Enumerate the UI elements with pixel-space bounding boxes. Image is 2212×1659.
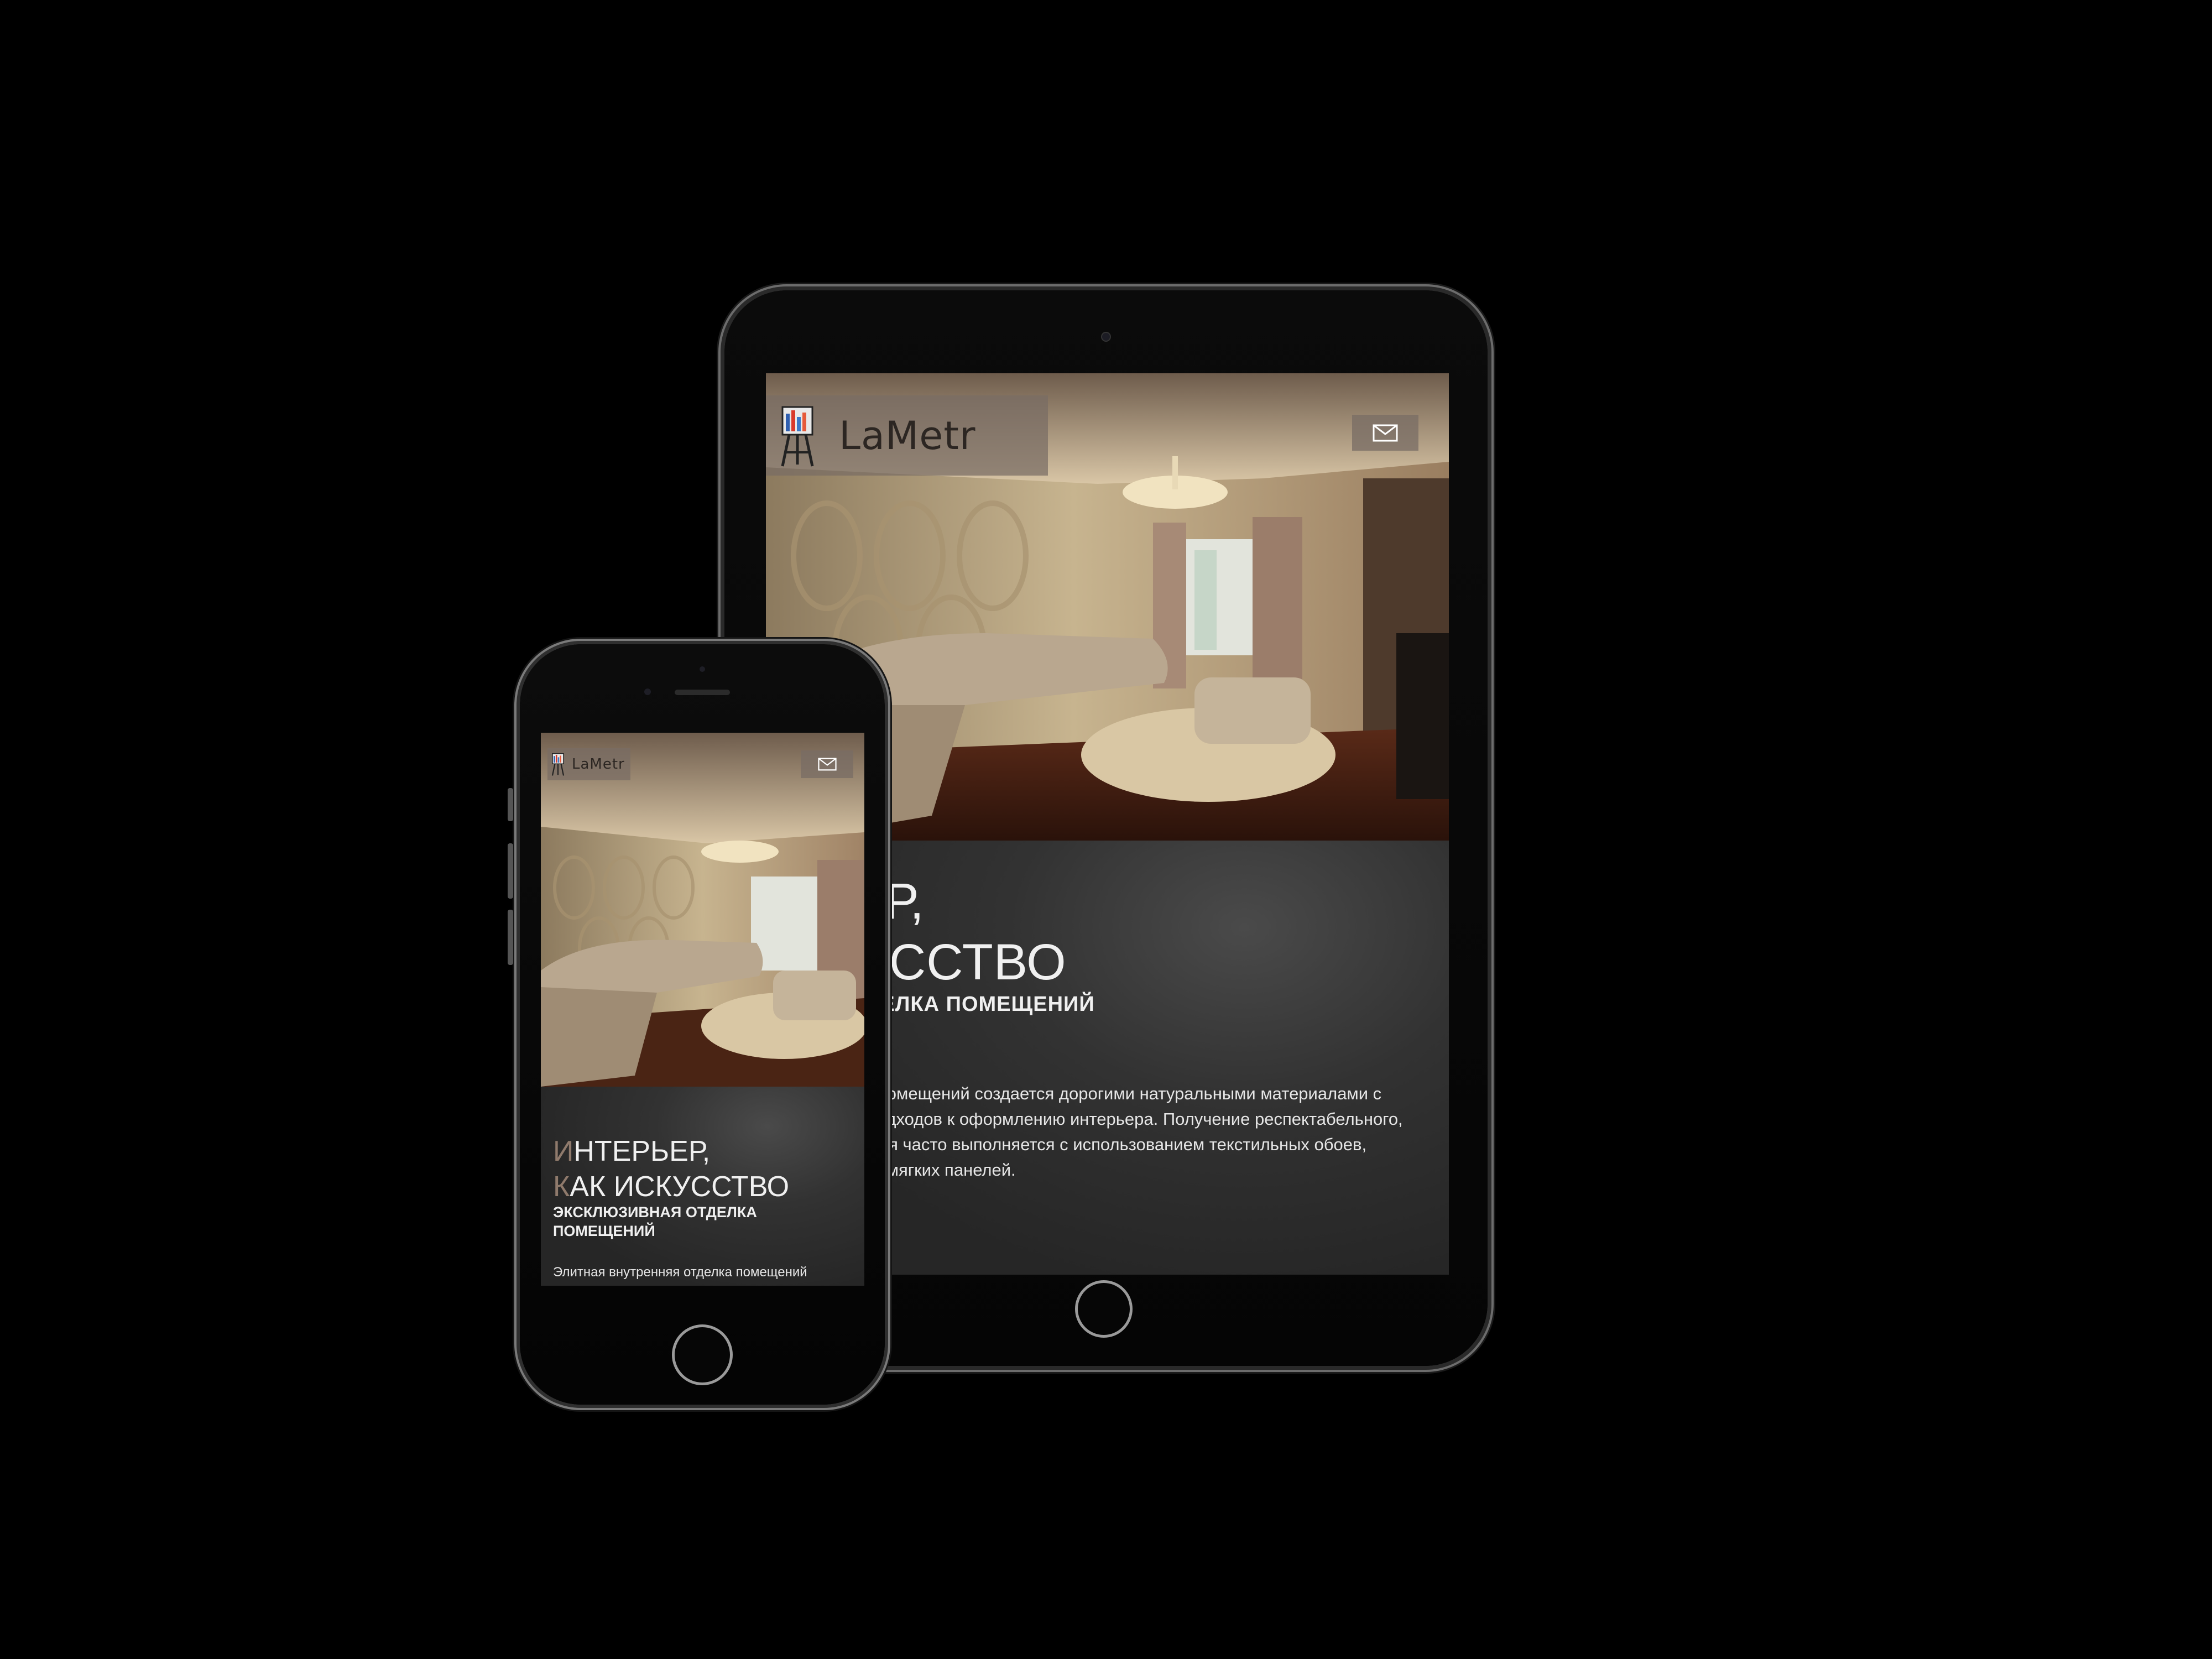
title-line-1: НТЕРЬЕР, [573, 1135, 711, 1167]
phone-home-button[interactable] [672, 1324, 733, 1385]
mail-button[interactable] [801, 750, 853, 778]
site-logo[interactable]: LaMetr [547, 748, 630, 780]
title-initial-2: К [553, 1171, 570, 1203]
phone-speaker [675, 690, 730, 695]
easel-logo-icon [781, 406, 814, 467]
hero-title: ИНТЕРЬЕР, КАК ИСКУССТВО [553, 1134, 789, 1204]
living-room-photo [541, 733, 864, 1087]
tablet-camera [1102, 333, 1110, 341]
phone-screen: LaMetr ИНТЕРЬЕР, КАК ИСКУССТВО Эксклюзив… [541, 733, 864, 1286]
envelope-icon [817, 758, 837, 771]
hero-image [541, 733, 864, 1087]
phone-mute-switch[interactable] [508, 788, 513, 821]
site-logo[interactable]: LaMetr [766, 395, 1048, 476]
title-initial-1: И [553, 1135, 574, 1167]
mail-button[interactable] [1352, 415, 1418, 451]
intro-paragraph: Элитная внутренняя отделка помещений [553, 1265, 807, 1280]
phone-volume-up[interactable] [508, 843, 513, 899]
hero-content: ИНТЕРЬЕР, КАК ИСКУССТВО Эксклюзивная отд… [541, 1087, 864, 1286]
envelope-icon [1373, 424, 1398, 441]
phone-sensor [700, 666, 705, 672]
phone-volume-down[interactable] [508, 910, 513, 965]
phone-front-camera [644, 688, 651, 695]
brand-name: LaMetr [572, 756, 625, 773]
brand-name: LaMetr [839, 413, 976, 458]
phone-device: LaMetr ИНТЕРЬЕР, КАК ИСКУССТВО Эксклюзив… [508, 644, 885, 1405]
hero-subtitle: Эксклюзивная отделка помещений [553, 1204, 757, 1239]
tablet-home-button[interactable] [1075, 1280, 1133, 1338]
title-line-2: АК ИСКУССТВО [570, 1171, 790, 1203]
easel-logo-icon [551, 753, 565, 776]
